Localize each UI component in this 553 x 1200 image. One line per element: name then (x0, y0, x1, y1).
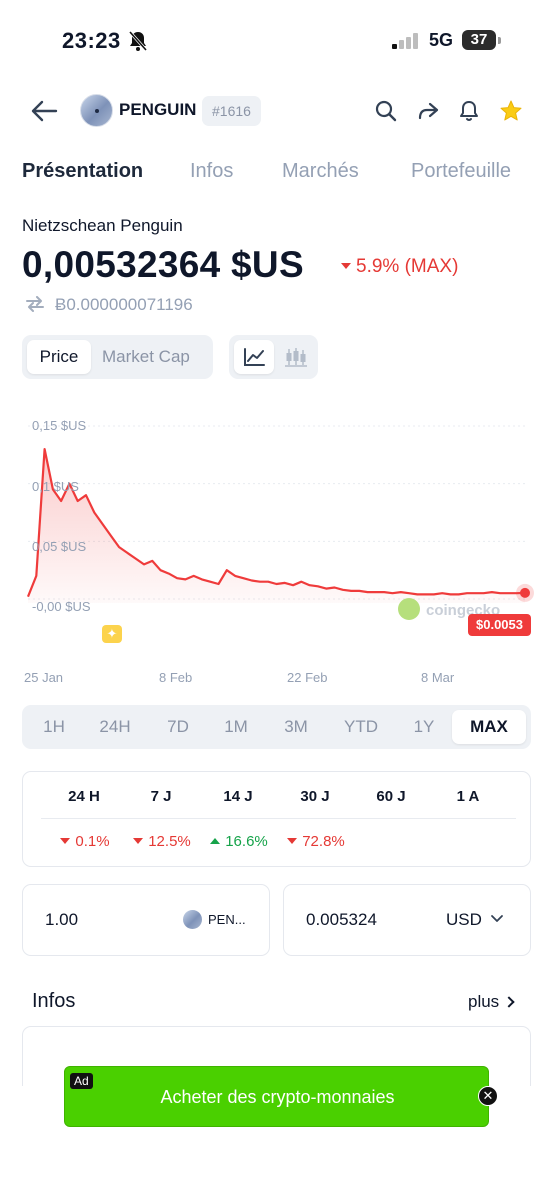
currency-selector[interactable]: USD (446, 910, 482, 930)
y-tick-label: 0,1 $US (32, 479, 79, 494)
current-price: 0,00532364 $US (22, 244, 304, 285)
timeframe-3m[interactable]: 3M (272, 710, 320, 744)
coingecko-logo-icon (398, 598, 420, 620)
coin-avatar (80, 94, 113, 127)
status-time: 23:23 (62, 28, 121, 53)
fiat-amount-value[interactable]: 0.005324 (306, 910, 377, 930)
x-tick-label: 25 Jan (24, 670, 64, 685)
line-chart-button[interactable] (234, 340, 274, 374)
ad-banner[interactable]: Ad Acheter des crypto-monnaies (64, 1066, 489, 1127)
timeframe-7d[interactable]: 7D (154, 710, 202, 744)
btc-price: Ƀ0.000000071196 (55, 295, 193, 314)
x-tick-label: 8 Feb (159, 670, 193, 685)
down-arrow-icon (60, 838, 71, 844)
token-selector-label: PEN... (208, 912, 246, 927)
token-amount-value[interactable]: 1.00 (45, 910, 78, 930)
ad-close-icon[interactable]: ✕ (478, 1086, 498, 1106)
perf-value: 72.8% (276, 833, 356, 850)
y-tick-label: -0,00 $US (32, 599, 91, 614)
perf-header: 30 J (300, 788, 330, 805)
perf-value-text: 12.5% (148, 833, 191, 850)
token-selector: PEN... (183, 910, 246, 929)
infos-more-label: plus (468, 992, 500, 1011)
tab-presentation[interactable]: Présentation (22, 160, 143, 183)
perf-divider (41, 818, 516, 819)
timeframe-1m[interactable]: 1M (212, 710, 260, 744)
network-type: 5G (429, 30, 454, 50)
chart-type-toggle (229, 335, 318, 379)
up-arrow-icon (210, 838, 221, 844)
price-chart[interactable]: 0,15 $US 0,1 $US 0,05 $US -0,00 $US coin… (0, 400, 553, 700)
down-arrow-icon (287, 838, 298, 844)
tab-bar: Présentation Infos Marchés Portefeuille (0, 152, 553, 192)
perf-header: 60 J (376, 788, 406, 805)
coin-mini-avatar (183, 910, 202, 929)
market-cap-toggle-button[interactable]: Market Cap (102, 340, 190, 374)
perf-header: 7 J (150, 788, 172, 805)
tab-portefeuille[interactable]: Portefeuille (411, 160, 511, 183)
perf-value: 12.5% (122, 833, 202, 850)
chevron-right-icon (503, 996, 515, 1008)
x-tick-label: 22 Feb (287, 670, 328, 685)
timeframe-1h[interactable]: 1H (30, 710, 78, 744)
perf-value-text: 72.8% (302, 833, 345, 850)
infos-section-title: Infos (32, 990, 76, 1012)
price-change: 5.9% (MAX) (341, 256, 458, 278)
current-price-tag: $0.0053 (468, 614, 531, 636)
tab-marches[interactable]: Marchés (282, 160, 359, 183)
btc-price-row: Ƀ0.000000071196 (25, 295, 193, 315)
share-icon[interactable] (416, 99, 440, 123)
perf-value-text: 16.6% (225, 833, 268, 850)
timeframe-24h[interactable]: 24H (90, 710, 140, 744)
coin-symbol: PENGUIN (119, 100, 197, 119)
token-amount-field[interactable]: 1.00 PEN... (22, 884, 270, 956)
battery-nub (498, 37, 501, 44)
price-area (28, 449, 525, 603)
battery-indicator: 37 (462, 30, 496, 50)
line-chart-icon (244, 348, 265, 366)
perf-value-text: 0.1% (75, 833, 110, 850)
ad-text: Acheter des crypto-monnaies (160, 1087, 395, 1107)
chevron-down-icon[interactable] (490, 913, 504, 925)
down-arrow-icon (341, 263, 351, 269)
event-marker-icon[interactable]: ✦ (102, 625, 122, 643)
rank-badge: #1616 (202, 96, 261, 126)
perf-header: 14 J (223, 788, 253, 805)
down-arrow-icon (133, 838, 144, 844)
tab-infos[interactable]: Infos (190, 160, 233, 183)
bell-icon[interactable] (457, 99, 481, 123)
star-icon[interactable] (499, 99, 523, 123)
fiat-amount-field[interactable]: 0.005324 USD (283, 884, 531, 956)
price-change-value: 5.9% (MAX) (356, 256, 459, 277)
infos-more-link[interactable]: plus (468, 992, 515, 1012)
timeframe-ytd[interactable]: YTD (334, 710, 388, 744)
timeframe-selector: 1H 24H 7D 1M 3M YTD 1Y MAX (22, 705, 531, 749)
bell-off-icon (128, 31, 148, 51)
coin-full-name: Nietzschean Penguin (22, 216, 183, 235)
price-toggle-button[interactable]: Price (27, 340, 91, 374)
y-tick-label: 0,05 $US (32, 539, 87, 554)
x-tick-label: 8 Mar (421, 670, 455, 685)
perf-value: 0.1% (45, 833, 125, 850)
back-arrow-icon[interactable] (30, 98, 58, 124)
timeframe-max[interactable]: MAX (452, 710, 526, 744)
timeframe-1y[interactable]: 1Y (400, 710, 448, 744)
header: PENGUIN #1616 (0, 86, 553, 136)
chart-metric-toggle: Price Market Cap (22, 335, 213, 379)
perf-value: 16.6% (199, 833, 279, 850)
performance-table: 24 H 7 J 14 J 30 J 60 J 1 A 0.1% 12.5% 1… (22, 771, 531, 867)
current-price-dot (520, 587, 530, 598)
y-tick-label: 0,15 $US (32, 418, 87, 433)
perf-header: 1 A (456, 788, 480, 805)
swap-icon[interactable] (25, 296, 45, 312)
search-icon[interactable] (374, 99, 398, 123)
status-bar: 23:23 5G 37 (0, 0, 553, 80)
candlestick-chart-icon[interactable] (279, 340, 313, 374)
signal-icon (392, 33, 418, 49)
perf-header: 24 H (68, 788, 100, 805)
